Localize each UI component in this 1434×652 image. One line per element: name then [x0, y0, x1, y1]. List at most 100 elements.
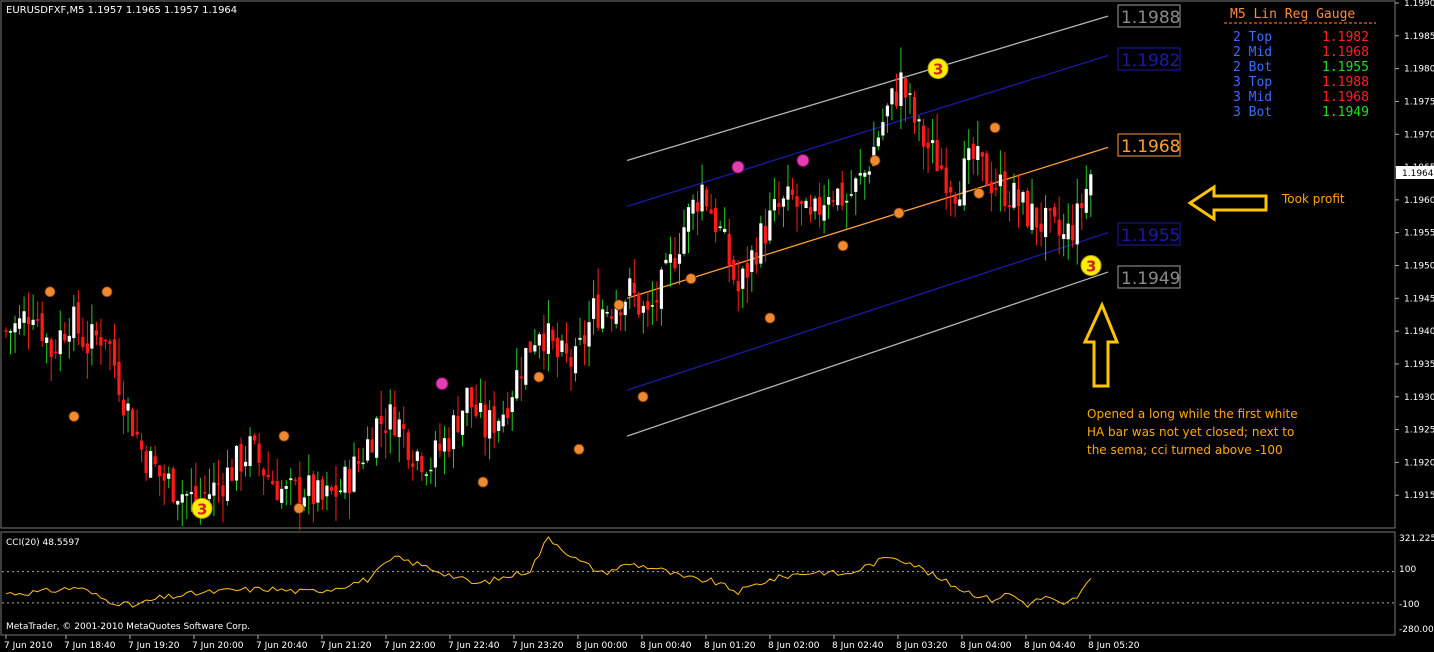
candle-body	[266, 474, 270, 478]
candle-body	[22, 311, 26, 323]
price-tick-label: 1.1975	[1404, 97, 1434, 107]
sema-dot-medium	[731, 160, 745, 174]
candle-body	[686, 207, 691, 232]
candle-body	[180, 494, 184, 503]
candle-body	[931, 140, 935, 144]
candle-body	[799, 201, 804, 204]
candle-body	[614, 307, 618, 324]
candle-body	[858, 173, 862, 176]
svg-text:1.1982: 1.1982	[1121, 51, 1180, 71]
candle-body	[207, 494, 211, 499]
candle-body	[469, 387, 474, 408]
candle-body	[903, 78, 908, 98]
cci-level-100: 100	[1399, 565, 1416, 575]
candle-body	[551, 329, 555, 342]
candle-body	[542, 333, 546, 352]
candle-body	[158, 465, 162, 477]
candle-body	[239, 443, 243, 472]
candle-body	[894, 91, 899, 106]
candle-body	[537, 334, 541, 346]
gauge-row-value: 1.1968	[1322, 45, 1369, 60]
candle-body	[619, 312, 623, 316]
candle-body	[610, 316, 614, 319]
candle-body	[940, 165, 944, 169]
candle-body	[171, 468, 175, 502]
lin-reg-gauge: M5 Lin Reg Gauge 2 Top 1.1982 2 Mid 1.1968 2…	[1224, 7, 1376, 120]
sema-dot-small	[477, 476, 489, 488]
candle-body	[533, 345, 537, 352]
gauge-row-value: 1.1955	[1322, 60, 1369, 75]
candle-body	[316, 480, 320, 503]
candle-body	[112, 339, 117, 366]
price-chart[interactable]: 1.19901.19851.19801.19751.19701.19651.19…	[0, 0, 1434, 652]
sema-dot-small	[637, 391, 649, 403]
candle-body	[560, 340, 564, 353]
candle-body	[777, 203, 781, 208]
sema-dot-small	[44, 286, 56, 298]
candle-body	[40, 313, 44, 341]
candle-body	[524, 348, 528, 385]
candle-body	[343, 466, 347, 493]
price-tick-label: 1.1940	[1404, 327, 1434, 337]
candle-body	[917, 119, 921, 122]
candle-body	[275, 481, 279, 501]
candle-body	[442, 438, 447, 452]
candle-body	[818, 196, 822, 215]
gauge-row-label: 2 Top	[1233, 30, 1272, 45]
candle-body	[682, 227, 686, 254]
candle-body	[90, 324, 94, 349]
candle-body	[203, 492, 207, 494]
candle-body	[284, 486, 288, 489]
regression-line-top2	[626, 54, 1109, 208]
candle-body	[492, 406, 496, 433]
candle-body	[980, 152, 984, 157]
candle-body	[573, 346, 578, 374]
candle-body	[311, 474, 315, 504]
candle-body	[1034, 207, 1039, 228]
candle-body	[397, 419, 401, 438]
sema-level-label: 3	[197, 500, 207, 518]
price-tick-label: 1.1925	[1404, 426, 1434, 436]
candle-body	[1016, 189, 1021, 207]
candle-body	[506, 408, 510, 418]
candle-body	[230, 467, 234, 481]
candle-body	[836, 188, 840, 206]
candle-body	[54, 351, 58, 354]
candle-body	[827, 196, 831, 205]
candle-body	[307, 475, 311, 496]
sema-dot-small	[973, 187, 985, 199]
candle-body	[370, 439, 374, 453]
sema-dot-small	[893, 207, 905, 219]
candle-body	[723, 228, 727, 232]
candle-body	[429, 469, 433, 472]
candle-body	[628, 278, 632, 296]
candle-body	[325, 485, 329, 497]
candle-body	[912, 96, 917, 123]
candle-body	[519, 376, 523, 379]
price-tick-label: 1.1960	[1404, 196, 1434, 206]
time-tick-label: 8 Jun 02:40	[832, 641, 884, 651]
sema-dot-small	[68, 411, 80, 422]
opened-long-line-3: the sema; cci turned above -100	[1087, 443, 1283, 457]
candle-body	[998, 174, 1002, 187]
candle-body	[456, 415, 460, 433]
candle-body	[705, 189, 709, 207]
candle-body	[447, 438, 451, 452]
candle-body	[646, 301, 650, 310]
candle-body	[1048, 208, 1052, 211]
candle-body	[289, 478, 293, 481]
candle-body	[578, 337, 582, 340]
time-tick-label: 8 Jun 02:00	[768, 641, 820, 651]
time-axis: 7 Jun 2010 7 Jun 18:40 7 Jun 19:20 7 Jun 20…	[4, 635, 1140, 651]
candle-body	[167, 473, 171, 479]
price-tick-label: 1.1950	[1404, 262, 1434, 272]
up-arrow-icon	[1082, 301, 1120, 388]
gauge-row-value: 1.1968	[1322, 90, 1369, 105]
candle-body	[58, 330, 62, 355]
candle-body	[216, 483, 221, 485]
candle-body	[347, 468, 352, 494]
candle-body	[144, 451, 148, 473]
time-tick-label: 8 Jun 04:40	[1024, 641, 1076, 651]
candle-body	[515, 370, 519, 399]
candle-body	[727, 233, 731, 266]
